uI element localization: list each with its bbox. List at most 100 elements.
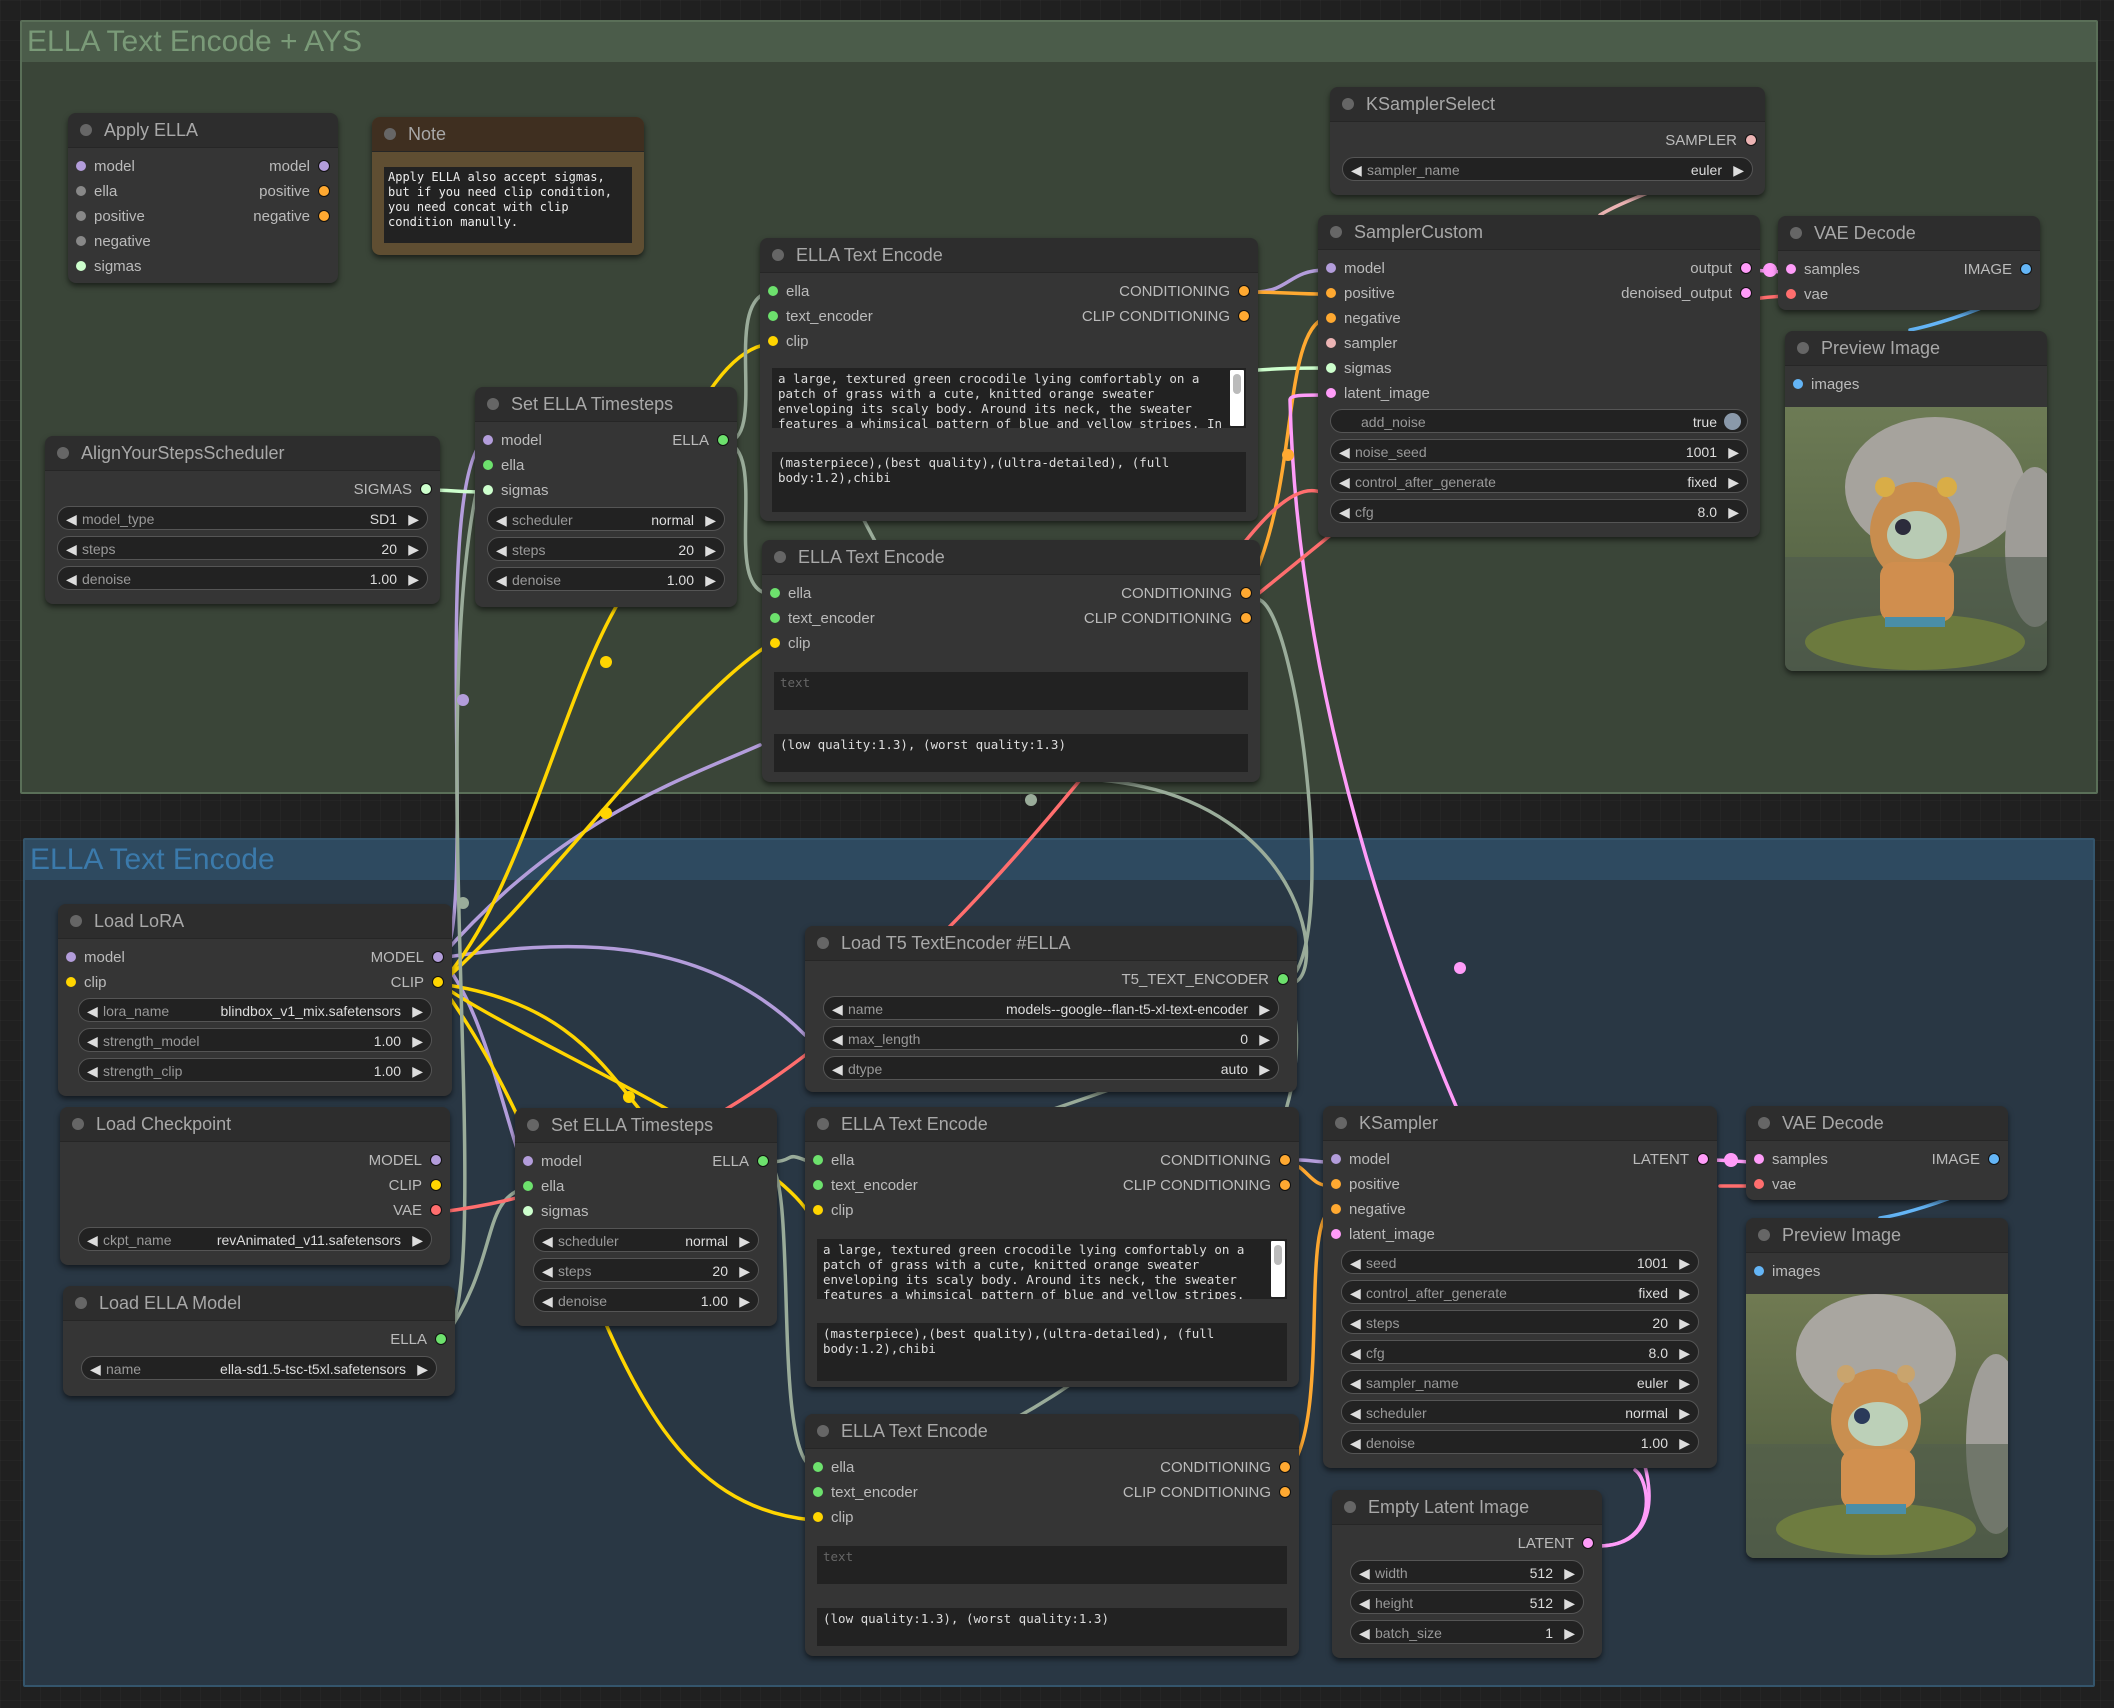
output-conditioning[interactable]: CONDITIONING [1160,1458,1291,1478]
node-title[interactable]: Load LoRA [58,904,452,939]
output-negative[interactable]: negative [253,207,330,227]
widget-width[interactable]: ◀ width 512 ▶ [1350,1560,1584,1584]
slot-pin-icon[interactable] [1326,312,1336,323]
slot-pin-icon[interactable] [1238,309,1250,322]
slot-pin-icon[interactable] [1331,1153,1341,1164]
node-load-ella-model[interactable]: Load ELLA Model ELLA ◀ name ella-sd1.5-tsc… [63,1286,455,1396]
slot-pin-icon[interactable] [768,310,778,321]
arrow-right-icon[interactable]: ▶ [1259,997,1270,1021]
output-latent[interactable]: LATENT [1518,1534,1594,1554]
node-title[interactable]: Set ELLA Timesteps [515,1108,777,1143]
slot-pin-icon[interactable] [1326,362,1336,373]
text-input[interactable]: text [774,672,1248,710]
widget-steps[interactable]: ◀ steps 20 ▶ [533,1258,759,1282]
slot-pin-icon[interactable] [1331,1178,1341,1189]
node-set-ella-timesteps-bottom[interactable]: Set ELLA Timesteps model ella sigmas ELL… [515,1108,777,1326]
arrow-left-icon[interactable]: ◀ [66,537,77,561]
input-ella[interactable]: ella [768,282,809,302]
widget-seed[interactable]: ◀ seed 1001 ▶ [1341,1250,1699,1274]
note-text[interactable]: Apply ELLA also accept sigmas, but if yo… [384,167,632,243]
slot-pin-icon[interactable] [523,1205,533,1216]
widget-strength-clip[interactable]: ◀ strength_clip 1.00 ▶ [78,1058,432,1082]
input-text-encoder[interactable]: text_encoder [768,307,873,327]
slot-pin-icon[interactable] [430,1203,442,1216]
output-ella[interactable]: ELLA [672,431,729,451]
input-sigmas[interactable]: sigmas [483,481,549,501]
input-sampler[interactable]: sampler [1326,334,1397,354]
node-title[interactable]: Preview Image [1746,1218,2008,1253]
arrow-right-icon[interactable]: ▶ [1679,1371,1690,1395]
widget-denoise[interactable]: ◀ denoise 1.00 ▶ [487,567,725,591]
input-clip[interactable]: clip [770,634,811,654]
arrow-left-icon[interactable]: ◀ [1339,440,1350,464]
collapse-dot[interactable] [1342,98,1354,110]
widget-max-length[interactable]: ◀ max_length 0 ▶ [823,1026,1279,1050]
input-negative[interactable]: negative [1331,1200,1406,1220]
input-model[interactable]: model [1326,259,1385,279]
preview-image[interactable] [1746,1294,2008,1558]
collapse-dot[interactable] [72,1118,84,1130]
input-samples[interactable]: samples [1786,260,1860,280]
slot-pin-icon[interactable] [813,1179,823,1190]
widget-model-type[interactable]: ◀ model_type SD1 ▶ [57,506,428,530]
arrow-left-icon[interactable]: ◀ [496,568,507,592]
output-clip-conditioning[interactable]: CLIP CONDITIONING [1084,609,1252,629]
output-sigmas[interactable]: SIGMAS [354,480,432,500]
widget-add-noise[interactable]: add_noise true [1330,409,1748,433]
widget-scheduler[interactable]: ◀ scheduler normal ▶ [487,507,725,531]
output-vae[interactable]: VAE [393,1201,442,1221]
widget-control-after-generate[interactable]: ◀ control_after_generate fixed ▶ [1330,469,1748,493]
arrow-right-icon[interactable]: ▶ [1564,1591,1575,1615]
input-model[interactable]: model [66,948,125,968]
arrow-left-icon[interactable]: ◀ [87,1059,98,1083]
node-apply-ella[interactable]: Apply ELLA model ella positive negative … [68,113,338,283]
slot-pin-icon[interactable] [76,260,86,271]
collapse-dot[interactable] [772,249,784,261]
slot-pin-icon[interactable] [813,1486,823,1497]
input-ella[interactable]: ella [813,1151,854,1171]
widget-control-after-generate[interactable]: ◀ control_after_generate fixed ▶ [1341,1280,1699,1304]
collapse-dot[interactable] [817,1118,829,1130]
input-ella[interactable]: ella [483,456,524,476]
slot-pin-icon[interactable] [76,160,86,171]
input-vae[interactable]: vae [1754,1175,1796,1195]
output-positive[interactable]: positive [259,182,330,202]
arrow-left-icon[interactable]: ◀ [1350,1251,1361,1275]
slot-pin-icon[interactable] [66,976,76,987]
node-title[interactable]: ELLA Text Encode [805,1107,1299,1142]
input-latent-image[interactable]: latent_image [1326,384,1430,404]
input-sigmas[interactable]: sigmas [76,257,142,277]
slot-pin-icon[interactable] [1745,133,1757,146]
slot-pin-icon[interactable] [76,185,86,196]
arrow-right-icon[interactable]: ▶ [1259,1027,1270,1051]
arrow-right-icon[interactable]: ▶ [408,507,419,531]
input-ella[interactable]: ella [770,584,811,604]
widget-sampler-name[interactable]: ◀ sampler_name euler ▶ [1342,157,1753,181]
input-samples[interactable]: samples [1754,1150,1828,1170]
output-clip-conditioning[interactable]: CLIP CONDITIONING [1123,1483,1291,1503]
widget-batch-size[interactable]: ◀ batch_size 1 ▶ [1350,1620,1584,1644]
output-t5-text-encoder[interactable]: T5_TEXT_ENCODER [1121,970,1289,990]
collapse-dot[interactable] [527,1119,539,1131]
output-image[interactable]: IMAGE [1964,260,2032,280]
node-title[interactable]: ELLA Text Encode [805,1414,1299,1449]
arrow-left-icon[interactable]: ◀ [1359,1591,1370,1615]
arrow-left-icon[interactable]: ◀ [87,1228,98,1252]
node-vae-decode-top[interactable]: VAE Decode samples vae IMAGE [1778,216,2040,310]
slot-pin-icon[interactable] [76,210,86,221]
widget-denoise[interactable]: ◀ denoise 1.00 ▶ [57,566,428,590]
widget-dtype[interactable]: ◀ dtype auto ▶ [823,1056,1279,1080]
collapse-dot[interactable] [1344,1501,1356,1513]
slot-pin-icon[interactable] [1279,1485,1291,1498]
slot-pin-icon[interactable] [1754,1265,1764,1276]
output-output[interactable]: output [1690,259,1752,279]
slot-pin-icon[interactable] [523,1180,533,1191]
arrow-right-icon[interactable]: ▶ [412,999,423,1023]
widget-steps[interactable]: ◀ steps 20 ▶ [57,536,428,560]
input-text-encoder[interactable]: text_encoder [770,609,875,629]
input-model[interactable]: model [76,157,135,177]
collapse-dot[interactable] [487,398,499,410]
slot-pin-icon[interactable] [420,482,432,495]
slot-pin-icon[interactable] [813,1154,823,1165]
arrow-left-icon[interactable]: ◀ [1339,500,1350,524]
